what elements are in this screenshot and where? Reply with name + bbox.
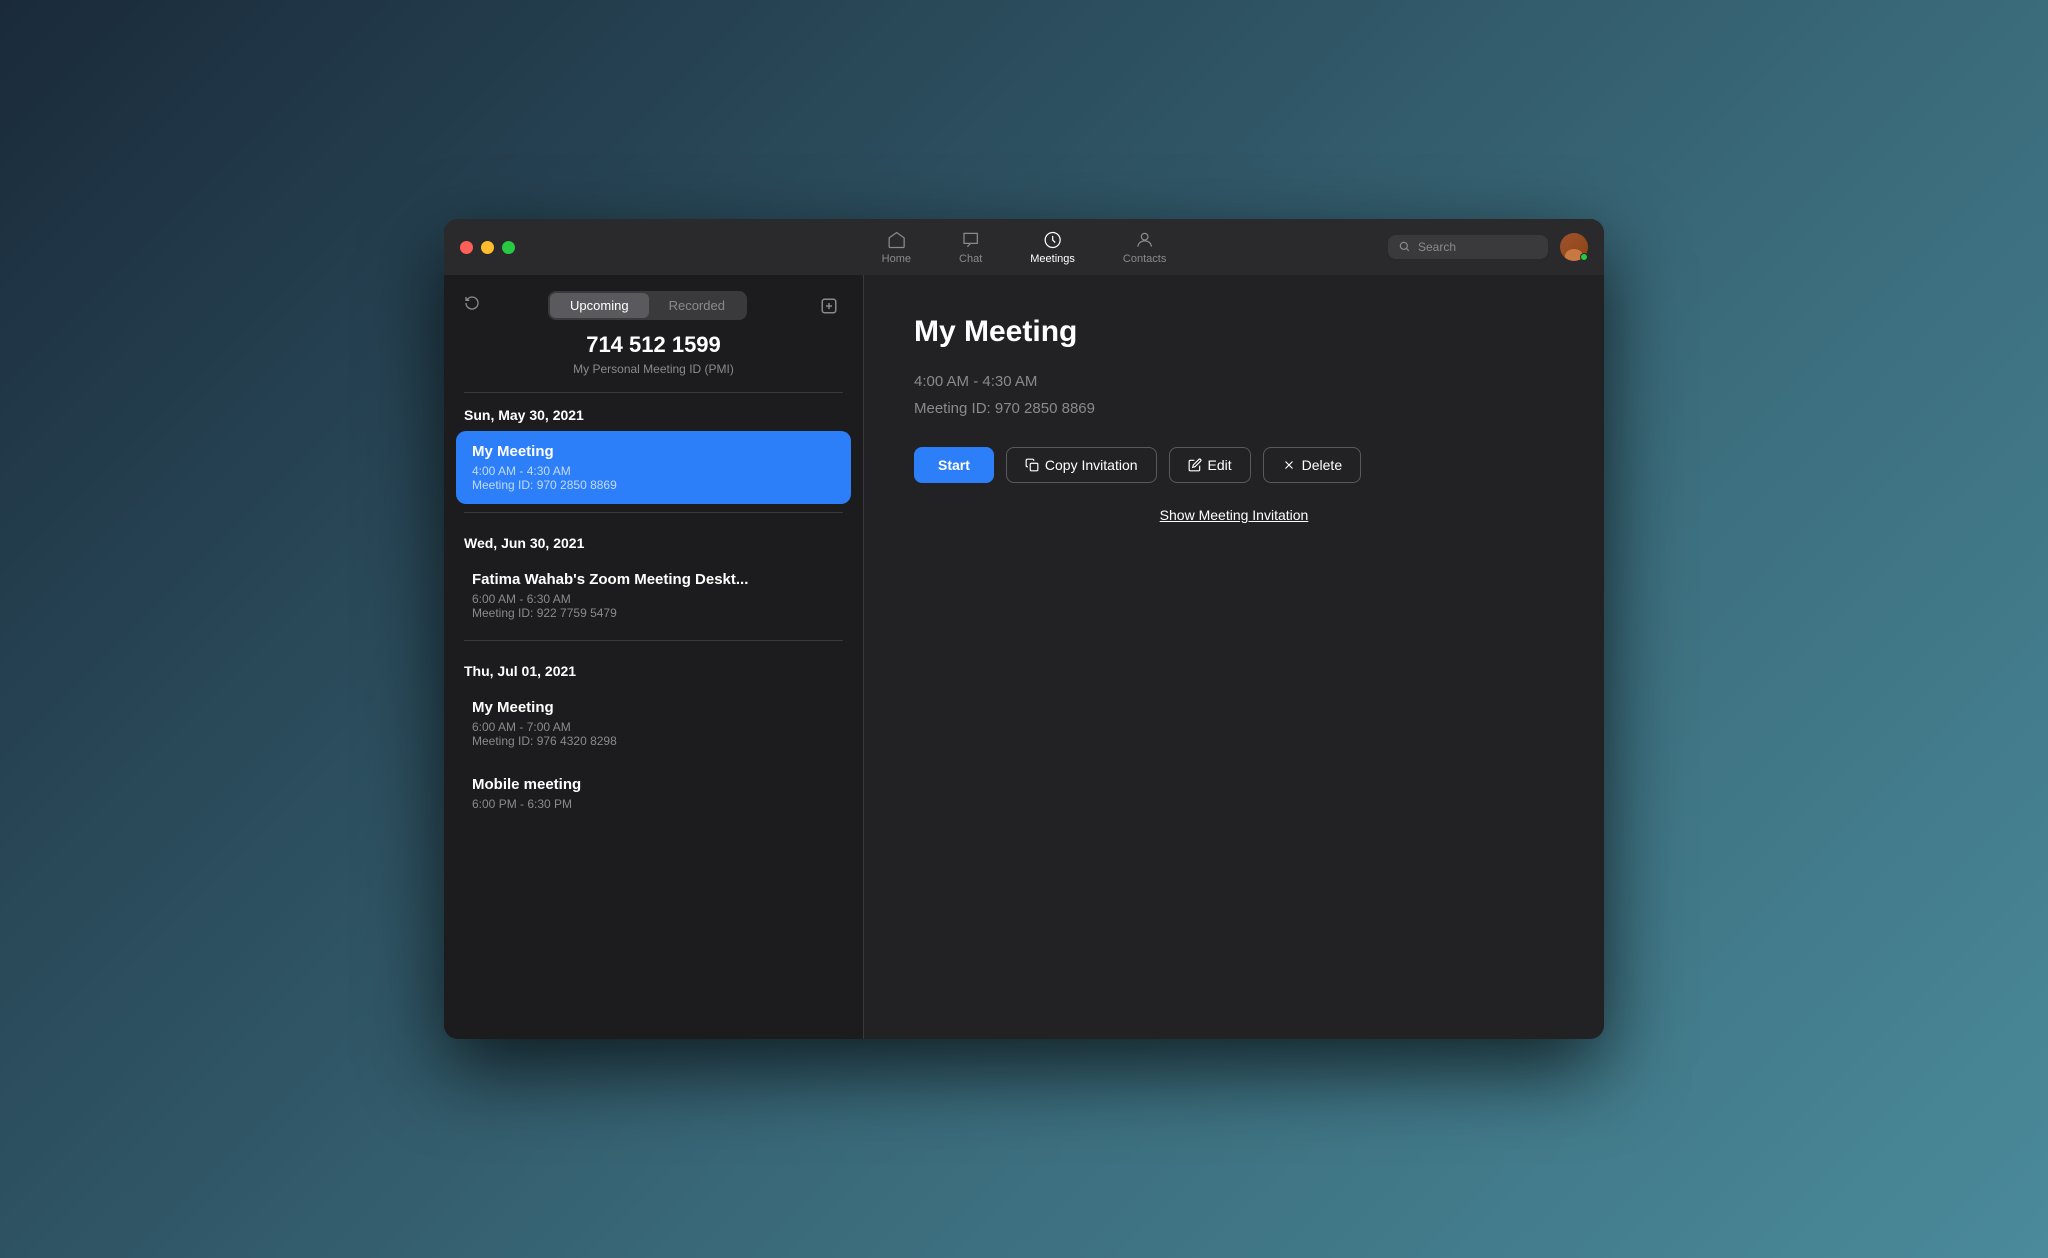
chat-icon [961,230,981,250]
meeting-list: Sun, May 30, 2021 My Meeting 4:00 AM - 4… [444,393,863,1039]
search-label: Search [1418,240,1456,254]
copy-invitation-button[interactable]: Copy Invitation [1006,447,1157,483]
refresh-icon [464,295,480,311]
divider-group2 [464,640,843,641]
sidebar-header: Upcoming Recorded [444,275,863,332]
meeting-time: 4:00 AM - 4:30 AM [472,464,835,478]
titlebar: Home Chat Meetings Contac [444,219,1604,275]
date-header-2: Wed, Jun 30, 2021 [456,521,851,559]
date-header-3: Thu, Jul 01, 2021 [456,649,851,687]
show-invitation-link[interactable]: Show Meeting Invitation [914,507,1554,523]
detail-time: 4:00 AM - 4:30 AM [914,373,1554,390]
search-bar[interactable]: Search [1388,235,1548,259]
start-button[interactable]: Start [914,447,994,483]
online-indicator [1580,253,1588,261]
pmi-label: My Personal Meeting ID (PMI) [464,362,843,376]
edit-icon [1188,458,1202,472]
meeting-item-my-meeting-may[interactable]: My Meeting 4:00 AM - 4:30 AM Meeting ID:… [456,431,851,504]
home-icon [886,230,906,250]
action-buttons: Start Copy Invitation Edit [914,447,1554,483]
meeting-time: 6:00 PM - 6:30 PM [472,797,835,811]
detail-pane: My Meeting 4:00 AM - 4:30 AM Meeting ID:… [864,275,1604,1039]
nav-chat[interactable]: Chat [951,226,990,269]
pmi-number: 714 512 1599 [464,332,843,358]
edit-button[interactable]: Edit [1169,447,1251,483]
maximize-button[interactable] [502,241,515,254]
nav-meetings-label: Meetings [1030,253,1075,265]
nav-contacts-label: Contacts [1123,253,1166,265]
app-window: Home Chat Meetings Contac [444,219,1604,1039]
meeting-title: Mobile meeting [472,776,835,793]
meeting-time: 6:00 AM - 6:30 AM [472,592,835,606]
delete-icon [1282,458,1296,472]
delete-label: Delete [1302,457,1342,473]
meeting-title: Fatima Wahab's Zoom Meeting Deskt... [472,571,835,588]
date-header-1: Sun, May 30, 2021 [456,393,851,431]
nav-home-label: Home [882,253,911,265]
traffic-lights [460,241,515,254]
meeting-item-my-meeting-jul[interactable]: My Meeting 6:00 AM - 7:00 AM Meeting ID:… [456,687,851,760]
detail-meeting-id: Meeting ID: 970 2850 8869 [914,400,1554,417]
minimize-button[interactable] [481,241,494,254]
nav-chat-label: Chat [959,253,982,265]
add-meeting-button[interactable] [815,292,843,320]
detail-title: My Meeting [914,315,1554,349]
nav-meetings[interactable]: Meetings [1022,226,1083,269]
tab-upcoming[interactable]: Upcoming [550,293,649,318]
search-icon [1398,240,1412,254]
meeting-title: My Meeting [472,699,835,716]
tab-recorded[interactable]: Recorded [649,293,745,318]
copy-invitation-label: Copy Invitation [1045,457,1138,473]
meeting-item-mobile[interactable]: Mobile meeting 6:00 PM - 6:30 PM [456,764,851,823]
close-button[interactable] [460,241,473,254]
meeting-id: Meeting ID: 970 2850 8869 [472,478,835,492]
refresh-button[interactable] [464,295,480,316]
nav-home[interactable]: Home [874,226,919,269]
pmi-section: 714 512 1599 My Personal Meeting ID (PMI… [444,332,863,392]
contacts-icon [1135,230,1155,250]
meeting-id: Meeting ID: 976 4320 8298 [472,734,835,748]
meeting-time: 6:00 AM - 7:00 AM [472,720,835,734]
meeting-title: My Meeting [472,443,835,460]
plus-icon [820,297,838,315]
nav-contacts[interactable]: Contacts [1115,226,1174,269]
tab-group: Upcoming Recorded [548,291,747,320]
meeting-id: Meeting ID: 922 7759 5479 [472,606,835,620]
sidebar: Upcoming Recorded 714 512 1599 My Person… [444,275,864,1039]
meetings-icon [1043,230,1063,250]
copy-icon [1025,458,1039,472]
edit-label: Edit [1208,457,1232,473]
main-content: Upcoming Recorded 714 512 1599 My Person… [444,275,1604,1039]
nav-right: Search [1388,233,1588,261]
delete-button[interactable]: Delete [1263,447,1361,483]
meeting-item-fatima[interactable]: Fatima Wahab's Zoom Meeting Deskt... 6:0… [456,559,851,632]
divider-group1 [464,512,843,513]
nav-center: Home Chat Meetings Contac [874,226,1175,269]
